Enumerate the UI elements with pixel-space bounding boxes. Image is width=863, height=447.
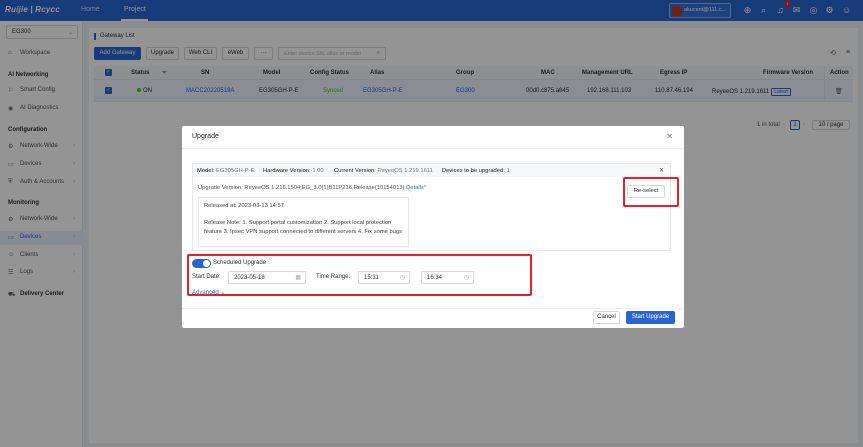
current-version-label: Current Version:: [334, 168, 376, 174]
chevron-up-icon[interactable]: ^: [424, 185, 427, 191]
divider: [182, 308, 684, 309]
current-version-value: ReyeeOS 1.219.1611: [377, 168, 433, 174]
divider: [182, 148, 684, 149]
upgrade-version-value: ReyeeOS 1.216.1504;EG_3.0(1)B11P216,Rele…: [244, 185, 405, 191]
details-link[interactable]: Details: [406, 185, 424, 191]
model-info: Model: EG305GH-P-E: [197, 168, 254, 174]
device-count-value: 1: [506, 168, 510, 174]
remove-icon[interactable]: ✕: [659, 167, 664, 174]
upgrade-dialog: Upgrade ✕ Model: EG305GH-P-E Hardware Ve…: [182, 126, 684, 328]
release-note: Release Note: 1. Support portal customiz…: [204, 220, 403, 235]
released-at: Released at: 2023-03-13 14:57: [204, 203, 284, 209]
cancel-button[interactable]: Cancel: [593, 311, 620, 324]
device-count-label: Devices to be upgraded:: [442, 168, 505, 174]
start-upgrade-button[interactable]: Start Upgrade: [626, 311, 675, 324]
hardware-value: 1.00: [312, 168, 324, 174]
hardware-info: Hardware Version: 1.00: [263, 168, 324, 174]
current-version-info: Current Version: ReyeeOS 1.219.1611: [334, 168, 433, 174]
highlight-reselect: [623, 177, 679, 207]
upgrade-version-label: Upgrade Version:: [198, 185, 243, 191]
highlight-scheduled-upgrade: [187, 254, 532, 296]
upgrade-version-line: Upgrade Version: ReyeeOS 1.216.1504;EG_3…: [198, 185, 427, 191]
model-label: Model:: [197, 168, 215, 174]
device-count-info: Devices to be upgraded: 1: [442, 168, 510, 174]
device-info-bar: Model: EG305GH-P-E Hardware Version: 1.0…: [193, 164, 670, 177]
release-notes-box: Released at: 2023-03-13 14:57 Release No…: [198, 197, 409, 247]
close-icon[interactable]: ✕: [666, 132, 673, 141]
model-value: EG305GH-P-E: [216, 168, 255, 174]
device-info-box: Model: EG305GH-P-E Hardware Version: 1.0…: [192, 163, 671, 251]
hardware-label: Hardware Version:: [263, 168, 311, 174]
dialog-title: Upgrade: [192, 133, 219, 140]
